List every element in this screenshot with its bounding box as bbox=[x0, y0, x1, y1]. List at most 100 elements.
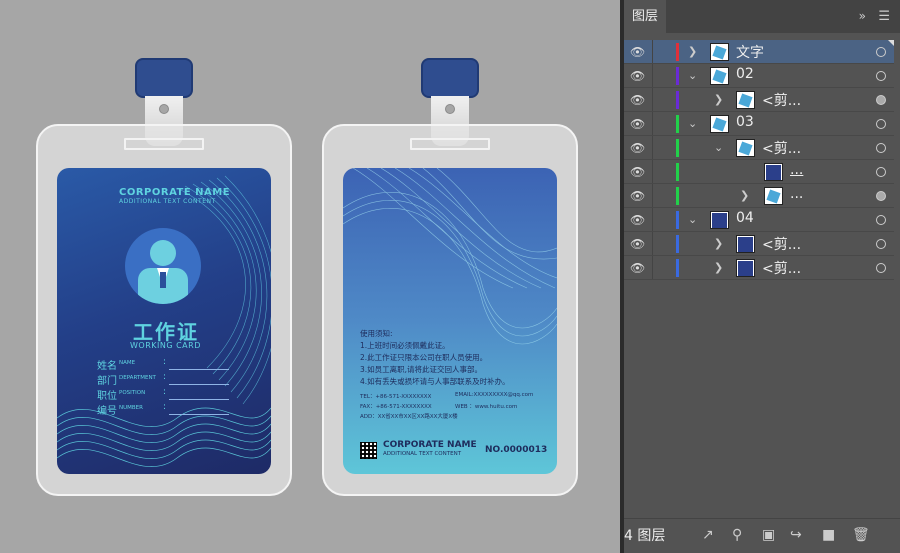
layer-color-bar bbox=[676, 187, 679, 205]
eye-icon[interactable]: 👁 bbox=[630, 165, 645, 179]
export-icon[interactable]: ↗ bbox=[702, 527, 714, 543]
layer-name[interactable]: 02 bbox=[736, 66, 754, 82]
double-chevron-icon[interactable]: » bbox=[859, 9, 866, 23]
target-circle-icon[interactable] bbox=[876, 143, 886, 153]
trash-icon[interactable]: 🗑 bbox=[852, 527, 870, 543]
chevron-down-icon[interactable]: ⌄ bbox=[714, 141, 723, 154]
contact-tel: TEL：+86-571-XXXXXXXX bbox=[360, 394, 432, 400]
back-corp-sub: ADDITIONAL TEXT CONTENT bbox=[383, 451, 462, 457]
field-number-line[interactable] bbox=[169, 414, 229, 415]
layer-thumbnail bbox=[764, 163, 783, 181]
back-wave-lines bbox=[343, 168, 557, 345]
eye-icon[interactable]: 👁 bbox=[630, 237, 645, 251]
layer-color-bar bbox=[676, 211, 679, 229]
contact-fax: FAX：+86-571-XXXXXXXX bbox=[360, 404, 432, 410]
field-colon: : bbox=[163, 372, 167, 382]
field-number-en: NUMBER bbox=[119, 405, 143, 411]
layer-name[interactable]: <剪... bbox=[762, 258, 801, 278]
chevron-right-icon[interactable]: ❯ bbox=[714, 237, 723, 250]
layer-row[interactable]: 👁 ⌄ 03 bbox=[624, 112, 894, 136]
layer-name[interactable]: <剪... bbox=[762, 138, 801, 158]
selection-corner-icon bbox=[888, 40, 894, 46]
eye-icon[interactable]: 👁 bbox=[630, 141, 645, 155]
panel-bottom-bar: 4 图层 ↗ ⚲ ▣ ↪ ■ 🗑 bbox=[624, 518, 900, 553]
chevron-right-icon[interactable]: ❯ bbox=[740, 189, 749, 202]
layer-name[interactable]: 04 bbox=[736, 210, 754, 226]
layer-thumbnail bbox=[736, 235, 755, 253]
field-colon: : bbox=[163, 357, 167, 367]
back-card: 使用须知: 1.上班时间必须佩戴此证。 2.此工作证只限本公司在职人员使用。 3… bbox=[343, 168, 557, 474]
layer-name[interactable]: <剪... bbox=[762, 90, 801, 110]
target-circle-icon[interactable] bbox=[876, 167, 886, 177]
note-2: 2.此工作证只限本公司在职人员使用。 bbox=[360, 353, 488, 362]
eye-icon[interactable]: 👁 bbox=[630, 93, 645, 107]
clipping-mask-icon[interactable]: ▣ bbox=[762, 527, 775, 543]
target-circle-icon[interactable] bbox=[876, 239, 886, 249]
search-icon[interactable]: ⚲ bbox=[732, 527, 742, 543]
layer-row[interactable]: 👁 ❯ 文字 bbox=[624, 40, 894, 64]
layer-thumbnail bbox=[736, 139, 755, 157]
target-circle-icon[interactable] bbox=[876, 71, 886, 81]
field-colon: : bbox=[163, 387, 167, 397]
layer-row[interactable]: 👁 ⌄ <剪... bbox=[624, 136, 894, 160]
tab-layers[interactable]: 图层 bbox=[624, 0, 666, 33]
field-name-line[interactable] bbox=[169, 369, 229, 370]
layer-row[interactable]: 👁 ❯ <剪... bbox=[624, 232, 894, 256]
layer-color-bar bbox=[676, 115, 679, 133]
layer-thumbnail bbox=[710, 67, 729, 85]
chevron-right-icon[interactable]: ❯ bbox=[714, 93, 723, 106]
layer-name[interactable]: ... bbox=[790, 186, 803, 202]
layer-row[interactable]: 👁 ❯ <剪... bbox=[624, 88, 894, 112]
layer-thumbnail bbox=[710, 115, 729, 133]
chevron-down-icon[interactable]: ⌄ bbox=[688, 213, 697, 226]
layer-name[interactable]: ... bbox=[790, 162, 803, 178]
layer-name[interactable]: 03 bbox=[736, 114, 754, 130]
field-position-line[interactable] bbox=[169, 399, 229, 400]
layer-row[interactable]: 👁 ⌄ 04 bbox=[624, 208, 894, 232]
layer-name[interactable]: 文字 bbox=[736, 42, 764, 62]
layer-row[interactable]: 👁 ❯ ... bbox=[624, 184, 894, 208]
artboard-canvas[interactable]: CORPORATE NAME ADDITIONAL TEXT CONTENT 工… bbox=[0, 0, 622, 553]
card-number: NO.0000013 bbox=[485, 445, 548, 455]
eye-icon[interactable]: 👁 bbox=[630, 45, 645, 59]
qr-code-icon bbox=[360, 442, 377, 459]
front-card: CORPORATE NAME ADDITIONAL TEXT CONTENT 工… bbox=[57, 168, 271, 474]
field-position-cn: 职位 bbox=[97, 391, 117, 402]
chevron-right-icon[interactable]: ❯ bbox=[714, 261, 723, 274]
eye-icon[interactable]: 👁 bbox=[630, 213, 645, 227]
eye-icon[interactable]: 👁 bbox=[630, 69, 645, 83]
chevron-down-icon[interactable]: ⌄ bbox=[688, 117, 697, 130]
field-number-cn: 编号 bbox=[97, 406, 117, 417]
contact-address: ADD：XX省XX市XX区XX路XX大厦X楼 bbox=[360, 414, 458, 420]
contact-email: EMAIL:XXXXXXXXX@qq.com bbox=[455, 392, 534, 398]
target-circle-icon[interactable] bbox=[876, 119, 886, 129]
target-circle-icon[interactable] bbox=[876, 215, 886, 225]
back-corp-name: CORPORATE NAME bbox=[383, 440, 477, 450]
target-circle-icon[interactable] bbox=[876, 47, 886, 57]
hamburger-icon[interactable]: ☰ bbox=[878, 9, 890, 24]
field-dept-line[interactable] bbox=[169, 384, 229, 385]
eye-icon[interactable]: 👁 bbox=[630, 117, 645, 131]
field-name-en: NAME bbox=[119, 360, 136, 366]
new-layer-icon[interactable]: ■ bbox=[822, 527, 835, 543]
layer-row[interactable]: 👁 ⌄ 02 bbox=[624, 64, 894, 88]
contact-web: WEB ：www.huitu.com bbox=[455, 404, 518, 410]
avatar bbox=[125, 228, 201, 304]
sublayer-icon[interactable]: ↪ bbox=[790, 527, 802, 543]
field-position-en: POSITION bbox=[119, 390, 146, 396]
layer-thumbnail bbox=[736, 259, 755, 277]
eye-icon[interactable]: 👁 bbox=[630, 261, 645, 275]
target-circle-icon[interactable] bbox=[876, 95, 886, 105]
note-1: 1.上班时间必须佩戴此证。 bbox=[360, 341, 450, 350]
layer-row[interactable]: 👁 ... bbox=[624, 160, 894, 184]
chevron-down-icon[interactable]: ⌄ bbox=[688, 69, 697, 82]
eye-icon[interactable]: 👁 bbox=[630, 189, 645, 203]
layer-thumbnail bbox=[710, 211, 729, 229]
front-corp-name: CORPORATE NAME bbox=[119, 187, 231, 198]
layer-name[interactable]: <剪... bbox=[762, 234, 801, 254]
layer-row[interactable]: 👁 ❯ <剪... bbox=[624, 256, 894, 280]
target-circle-icon[interactable] bbox=[876, 263, 886, 273]
chevron-right-icon[interactable]: ❯ bbox=[688, 45, 697, 58]
target-circle-icon[interactable] bbox=[876, 191, 886, 201]
badge-clip-right bbox=[421, 58, 479, 98]
